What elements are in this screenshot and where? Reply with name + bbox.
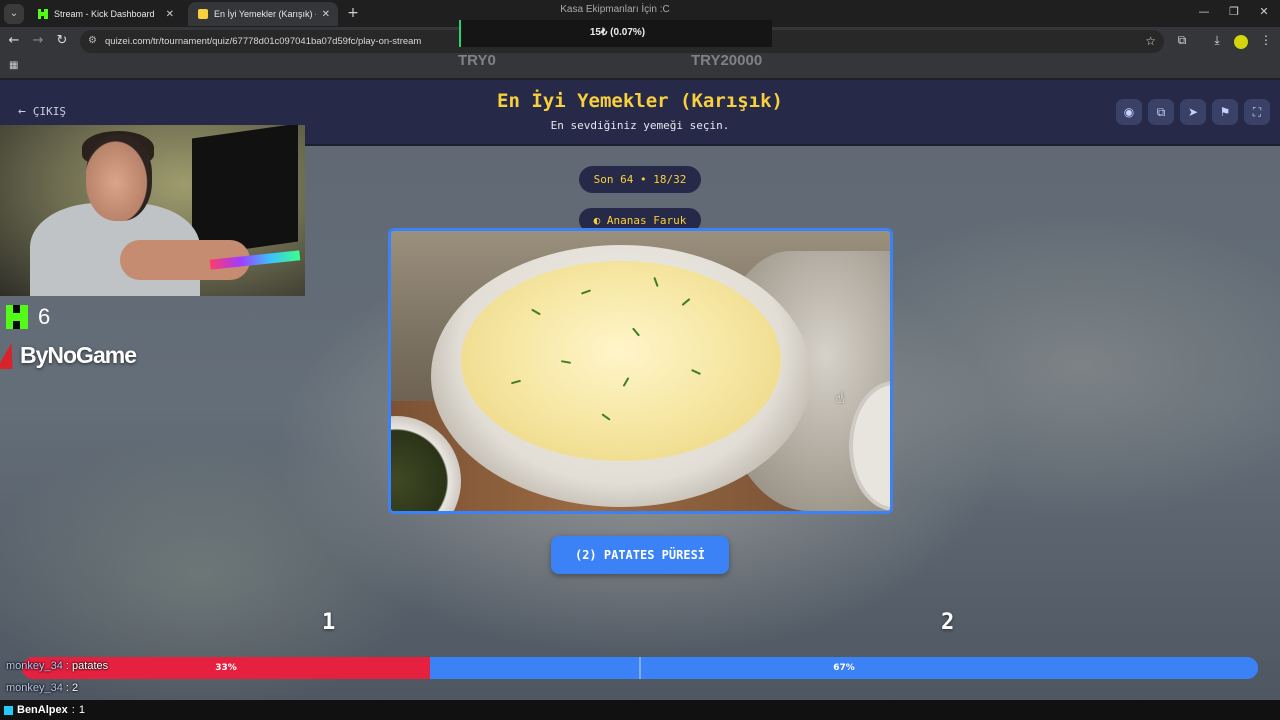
webcam-person-head <box>86 135 152 221</box>
chat-message: BenAlpex: 1 <box>0 700 1280 720</box>
minimize-icon[interactable]: — <box>1196 5 1212 18</box>
download-icon[interactable]: ⤓ <box>1209 33 1225 48</box>
site-settings-icon[interactable]: ⚙ <box>88 35 97 46</box>
external-link-icon[interactable]: ⧉ <box>1148 99 1174 125</box>
viewer-counter: 6 <box>6 304 50 330</box>
sponsor-logo: ByNoGame <box>0 342 137 369</box>
round-indicator: Son 64 • 18/32 <box>579 166 701 193</box>
url-text: quizei.com/tr/tournament/quiz/67778d01c0… <box>105 36 422 47</box>
fullscreen-icon[interactable]: ⛶ <box>1244 99 1270 125</box>
user-icon: ◐ <box>593 214 607 227</box>
flag-icon[interactable]: ⚑ <box>1212 99 1238 125</box>
forward-icon[interactable]: → <box>30 33 46 49</box>
window-title: Kasa Ekipmanları İçin :C <box>560 4 670 15</box>
option-image-card[interactable] <box>388 228 893 514</box>
sponsor-name: ByNoGame <box>20 342 137 368</box>
vote-bar: 33% 67% <box>22 657 1258 679</box>
window-close-icon[interactable]: ✕ <box>1256 5 1272 18</box>
answer-option-button[interactable]: (2) PATATES PÜRESİ <box>551 536 729 574</box>
chat-text: 2 <box>72 682 79 694</box>
eye-icon[interactable]: ◉ <box>1116 99 1142 125</box>
kick-logo-icon <box>6 305 28 329</box>
author-name: Ananas Faruk <box>606 214 687 227</box>
chat-badge-icon <box>4 705 13 715</box>
chat-text: 1 <box>78 704 85 716</box>
chat-username: BenAlpex <box>17 704 68 716</box>
chat-username: monkey_34 <box>6 660 63 672</box>
vote-option-2-segment: 67% <box>430 657 1258 679</box>
sponsor-mark-icon <box>0 342 20 369</box>
vote-option-1-label: 1 <box>322 610 336 635</box>
donation-goal-max: TRY20000 <box>691 52 763 69</box>
menu-icon[interactable]: ⋮ <box>1258 33 1274 47</box>
webcam-overlay <box>0 125 305 296</box>
donation-goal-widget: 15₺ (0.07%) <box>459 20 772 47</box>
chat-message: monkey_34 : patates <box>6 660 109 672</box>
profile-avatar-icon[interactable] <box>1234 35 1248 49</box>
send-icon[interactable]: ➤ <box>1180 99 1206 125</box>
back-icon[interactable]: ← <box>6 33 22 49</box>
vote-option-2-label: 2 <box>941 610 955 635</box>
bookmark-star-icon[interactable]: ☆ <box>1145 34 1156 48</box>
webcam-monitor <box>192 125 298 257</box>
donation-amount: 15₺ (0.07%) <box>589 27 646 38</box>
chat-username: monkey_34 <box>6 682 63 694</box>
bookmarks-bar: ▦ <box>0 56 1280 78</box>
reload-icon[interactable]: ↻ <box>54 33 70 49</box>
viewer-count: 6 <box>38 304 51 329</box>
vote-bar-midpoint <box>639 657 641 679</box>
screen: ⌄ Stream - Kick Dashboard ✕ En İyi Yemek… <box>0 0 1280 720</box>
mashed-potato <box>461 261 781 461</box>
hand-cursor-icon: ☝ <box>835 388 845 407</box>
apps-grid-icon[interactable]: ▦ <box>9 60 18 71</box>
chat-message: monkey_34 : 2 <box>6 682 79 694</box>
donation-goal-min: TRY0 <box>458 52 496 69</box>
chat-text: patates <box>72 660 109 672</box>
extensions-icon[interactable]: ⧉ <box>1174 33 1190 48</box>
restore-icon[interactable]: ❐ <box>1226 5 1242 18</box>
quiz-title: En İyi Yemekler (Karışık) <box>497 90 783 112</box>
